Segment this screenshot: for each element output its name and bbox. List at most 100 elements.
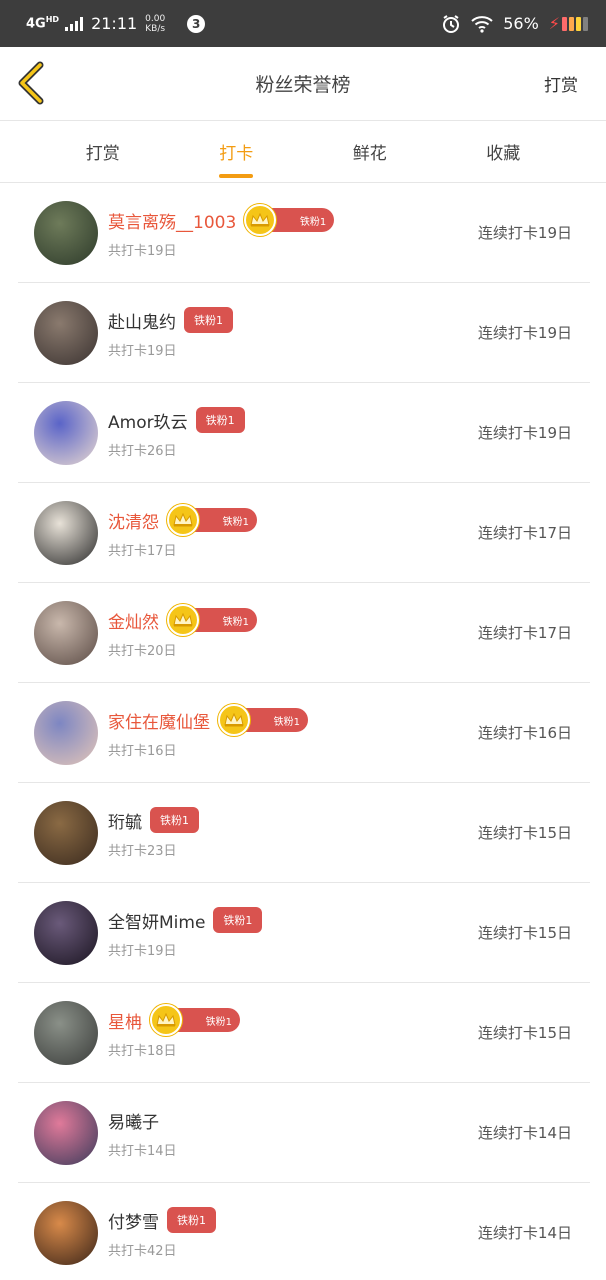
- total-checkin-days: 共打卡19日: [108, 944, 177, 959]
- fan-row[interactable]: 莫言离殇__1003 铁粉1 共打卡19日 连续打卡19日: [18, 183, 590, 283]
- fan-info: 赴山鬼约 铁粉1 共打卡19日: [108, 306, 233, 359]
- streak-days: 连续打卡14日: [477, 1224, 572, 1242]
- fan-info: 易曦子共打卡14日: [108, 1106, 177, 1160]
- fan-info: 全智妍Mime 铁粉1 共打卡19日: [108, 906, 263, 959]
- streak-days: 连续打卡15日: [477, 824, 572, 842]
- fan-name[interactable]: 金灿然: [108, 608, 159, 633]
- hd-label: HD: [45, 15, 60, 25]
- tab-bar: 打赏 打卡 鲜花 收藏: [0, 121, 606, 183]
- fan-row[interactable]: Amor玖云 铁粉1 共打卡26日 连续打卡19日: [18, 383, 590, 483]
- streak-days: 连续打卡15日: [477, 924, 572, 942]
- name-line: 家住在魔仙堡 铁粉1: [108, 704, 308, 736]
- speed-unit: KB/s: [145, 23, 166, 34]
- fan-name[interactable]: Amor玖云: [108, 408, 188, 433]
- fan-level-badge: 铁粉1: [244, 204, 335, 236]
- avatar[interactable]: [34, 600, 98, 665]
- fan-row[interactable]: 易曦子 共打卡14日 连续打卡14日: [18, 1083, 590, 1183]
- fan-info: 莫言离殇__1003 铁粉1 共打卡19日: [108, 204, 335, 259]
- network-type: 4G: [26, 16, 46, 32]
- status-bar: 4GHD 21:11 0.00 KB/s 3 56% ⚡: [0, 0, 606, 47]
- fan-level-badge: 铁粉1: [167, 1207, 216, 1233]
- fan-row[interactable]: 星柟 铁粉1 共打卡18日 连续打卡15日: [18, 983, 590, 1083]
- signal-icon: [65, 16, 84, 31]
- battery-percent: 56%: [503, 14, 539, 33]
- name-line: 全智妍Mime 铁粉1: [108, 906, 263, 934]
- wifi-icon: [471, 15, 493, 33]
- fan-row[interactable]: 付梦雪 铁粉1 共打卡42日 连续打卡14日: [18, 1183, 590, 1280]
- fan-name[interactable]: 全智妍Mime: [108, 908, 205, 933]
- streak-days: 连续打卡19日: [477, 324, 572, 342]
- network-indicator: 4GHD: [26, 15, 60, 32]
- fan-name[interactable]: 莫言离殇__1003: [108, 208, 236, 233]
- tab-reward[interactable]: 打赏: [36, 121, 170, 182]
- fan-row[interactable]: 赴山鬼约 铁粉1 共打卡19日 连续打卡19日: [18, 283, 590, 383]
- total-checkin-days: 共打卡23日: [108, 844, 177, 859]
- fan-info: 珩毓 铁粉1 共打卡23日: [108, 806, 199, 859]
- fan-row[interactable]: 家住在魔仙堡 铁粉1 共打卡16日 连续打卡16日: [18, 683, 590, 783]
- back-arrow-icon[interactable]: [16, 61, 46, 105]
- name-line: Amor玖云 铁粉1: [108, 406, 245, 434]
- fan-info: 沈清怨 铁粉1 共打卡17日: [108, 504, 257, 559]
- name-line: 沈清怨 铁粉1: [108, 504, 257, 536]
- fan-level-badge: 铁粉1: [184, 307, 233, 333]
- streak-days: 连续打卡17日: [477, 624, 572, 642]
- fan-row[interactable]: 全智妍Mime 铁粉1 共打卡19日 连续打卡15日: [18, 883, 590, 983]
- fan-name[interactable]: 付梦雪: [108, 1208, 159, 1233]
- name-line: 星柟 铁粉1: [108, 1004, 240, 1036]
- avatar[interactable]: [34, 900, 98, 965]
- alarm-icon: [443, 14, 460, 33]
- total-checkin-days: 共打卡14日: [108, 1144, 177, 1159]
- fan-level-badge: 铁粉1: [167, 504, 257, 536]
- fan-name[interactable]: 赴山鬼约: [108, 308, 176, 333]
- battery-icon: ⚡: [549, 14, 588, 33]
- tab-flowers[interactable]: 鲜花: [303, 121, 437, 182]
- total-checkin-days: 共打卡18日: [108, 1044, 177, 1059]
- avatar[interactable]: [34, 1100, 98, 1165]
- fan-name[interactable]: 沈清怨: [108, 508, 159, 533]
- fan-level-badge: 铁粉1: [195, 407, 245, 433]
- total-checkin-days: 共打卡19日: [108, 244, 177, 259]
- fan-row[interactable]: 金灿然 铁粉1 共打卡20日 连续打卡17日: [18, 583, 590, 683]
- streak-days: 连续打卡15日: [477, 1024, 572, 1042]
- streak-days: 连续打卡19日: [477, 424, 572, 442]
- fan-level-badge: 铁粉1: [150, 807, 199, 833]
- avatar[interactable]: [34, 1000, 98, 1065]
- fan-name[interactable]: 家住在魔仙堡: [108, 708, 210, 733]
- avatar[interactable]: [34, 500, 98, 565]
- streak-days: 连续打卡16日: [477, 724, 572, 742]
- fan-name[interactable]: 易曦子: [108, 1108, 159, 1133]
- tab-favorites[interactable]: 收藏: [437, 121, 571, 182]
- avatar[interactable]: [34, 400, 98, 465]
- tab-checkin[interactable]: 打卡: [170, 121, 304, 182]
- fan-level-badge: 铁粉1: [150, 1004, 240, 1036]
- page-title: 粉丝荣誉榜: [255, 74, 351, 96]
- avatar[interactable]: [34, 800, 98, 865]
- fan-name[interactable]: 珩毓: [108, 808, 142, 833]
- avatar[interactable]: [34, 1200, 98, 1265]
- name-line: 金灿然 铁粉1: [108, 604, 257, 636]
- crown-icon: [167, 504, 199, 536]
- fan-info: 付梦雪 铁粉1 共打卡42日: [108, 1206, 216, 1259]
- total-checkin-days: 共打卡20日: [108, 644, 177, 659]
- fan-row[interactable]: 珩毓 铁粉1 共打卡23日 连续打卡15日: [18, 783, 590, 883]
- name-line: 易曦子: [108, 1106, 177, 1134]
- avatar[interactable]: [34, 200, 98, 265]
- crown-icon: [167, 604, 199, 636]
- fan-level-badge: 铁粉1: [218, 704, 308, 736]
- fan-row[interactable]: 沈清怨 铁粉1 共打卡17日 连续打卡17日: [18, 483, 590, 583]
- name-line: 付梦雪 铁粉1: [108, 1206, 216, 1234]
- total-checkin-days: 共打卡16日: [108, 744, 177, 759]
- avatar[interactable]: [34, 300, 98, 365]
- name-line: 赴山鬼约 铁粉1: [108, 306, 233, 334]
- fan-name[interactable]: 星柟: [108, 1008, 142, 1033]
- fan-info: Amor玖云 铁粉1 共打卡26日: [108, 406, 245, 459]
- fan-info: 星柟 铁粉1 共打卡18日: [108, 1004, 240, 1059]
- clock: 21:11: [91, 14, 138, 33]
- total-checkin-days: 共打卡26日: [108, 444, 177, 459]
- reward-button[interactable]: 打赏: [544, 71, 578, 96]
- page-header: 粉丝荣誉榜 打赏: [0, 47, 606, 121]
- fan-level-badge: 铁粉1: [213, 907, 263, 933]
- avatar[interactable]: [34, 700, 98, 765]
- name-line: 莫言离殇__1003 铁粉1: [108, 204, 335, 236]
- streak-days: 连续打卡19日: [477, 224, 572, 242]
